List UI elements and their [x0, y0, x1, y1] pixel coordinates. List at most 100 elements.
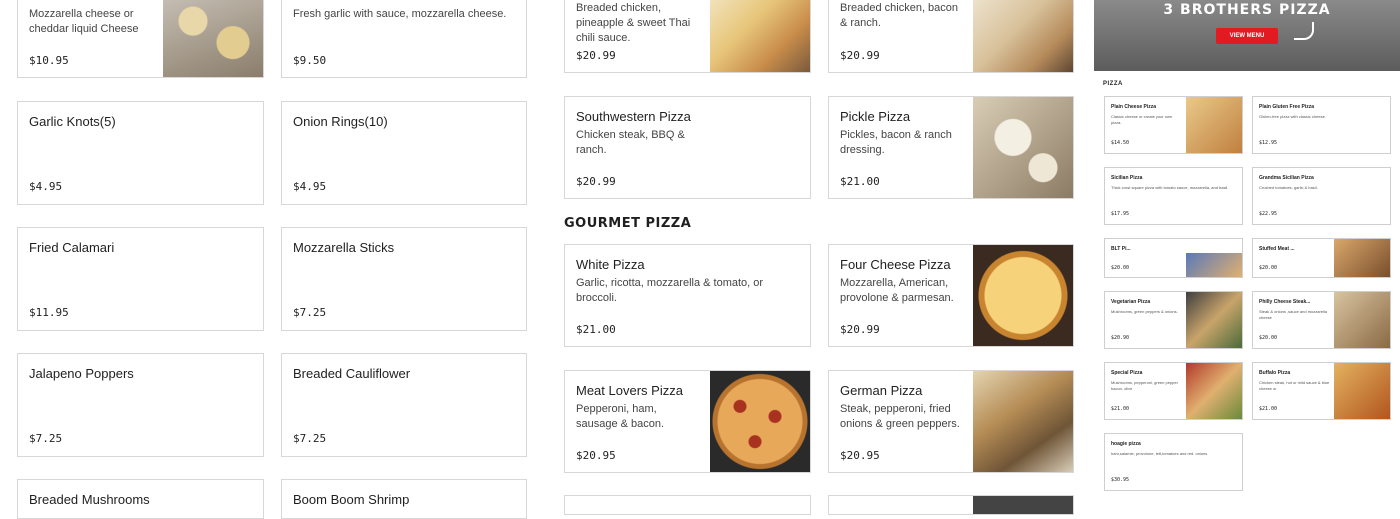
- item-description: Breaded chicken, pineapple & sweet Thai …: [576, 2, 691, 44]
- item-photo: [710, 371, 810, 472]
- pizza-card[interactable]: Southwestern Pizza Chicken steak, BBQ & …: [564, 96, 811, 199]
- item-description: ham,salamie, provolone, lett,tomatoes an…: [1111, 451, 1208, 456]
- appetizer-card[interactable]: Mozzarella Sticks $7.25: [281, 227, 527, 331]
- banner: 3 BROTHERS PIZZA VIEW MENU: [1094, 0, 1400, 71]
- pizza-card[interactable]: Pickle Pizza Pickles, bacon & ranch dres…: [828, 96, 1074, 199]
- preview-card[interactable]: Grandma Sicilian Pizza Crushed tomatoes,…: [1252, 167, 1391, 225]
- preview-card[interactable]: Plain Gluten Free Pizza Gluten-free pizz…: [1252, 96, 1391, 154]
- section-label-pizza: PIZZA: [1103, 81, 1123, 87]
- item-title: German Pizza: [840, 383, 923, 398]
- item-title: White Pizza: [576, 257, 645, 272]
- preview-card[interactable]: Plain Cheese Pizza Classic cheese or cre…: [1104, 96, 1243, 154]
- preview-card[interactable]: BLT Pi... $20.00: [1104, 238, 1243, 278]
- item-price: $21.00: [1259, 406, 1278, 412]
- preview-card[interactable]: Buffalo Pizza Chicken steak, hot or mild…: [1252, 362, 1391, 420]
- item-price: $20.00: [1111, 265, 1130, 271]
- item-description: Fresh garlic with sauce, mozzarella chee…: [293, 8, 507, 20]
- appetizer-card[interactable]: Breaded Cauliflower $7.25: [281, 353, 527, 457]
- preview-card[interactable]: Special Pizza Mushrooms, pepperoni, gree…: [1104, 362, 1243, 420]
- item-price: $21.00: [840, 175, 880, 188]
- item-price: $14.50: [1111, 140, 1130, 146]
- item-photo: [973, 97, 1073, 198]
- item-price: $20.95: [840, 449, 880, 462]
- item-title: Garlic Knots(5): [29, 114, 116, 129]
- preview-card[interactable]: Sicilian Pizza Thick crust square pizza …: [1104, 167, 1243, 225]
- item-title: Buffalo Pizza: [1259, 370, 1291, 376]
- item-title: Fried Calamari: [29, 240, 115, 255]
- appetizer-card[interactable]: Onion Rings(10) $4.95: [281, 101, 527, 205]
- arrow-icon: [1294, 22, 1314, 40]
- item-title: Jalapeno Poppers: [29, 366, 134, 381]
- item-price: $21.00: [1111, 406, 1130, 412]
- item-photo: [1186, 253, 1242, 277]
- appetizer-card[interactable]: Jalapeno Poppers $7.25: [17, 353, 264, 457]
- item-photo: [1186, 97, 1242, 153]
- item-title: Meat Lovers Pizza: [576, 383, 683, 398]
- item-photo: [1186, 292, 1242, 348]
- pizza-card[interactable]: German Pizza Steak, pepperoni, fried oni…: [828, 370, 1074, 473]
- pizza-card[interactable]: Meat Lovers Pizza Pepperoni, ham, sausag…: [564, 370, 811, 473]
- item-title: BLT Pi...: [1111, 246, 1131, 252]
- item-price: $20.99: [840, 323, 880, 336]
- pizza-card[interactable]: White Pizza Garlic, ricotta, mozzarella …: [564, 244, 811, 347]
- item-title: Vegetarian Pizza: [1111, 299, 1151, 305]
- banner-title: 3 BROTHERS PIZZA: [1163, 2, 1331, 18]
- appetizer-card[interactable]: Garlic Knots(5) $4.95: [17, 101, 264, 205]
- item-description: Gluten-free pizza with classic cheese.: [1259, 114, 1326, 119]
- view-menu-button[interactable]: VIEW MENU: [1216, 28, 1278, 44]
- item-description: Steak, pepperoni, fried onions & green p…: [840, 403, 960, 430]
- pizza-card[interactable]: Breaded chicken, bacon & ranch. $20.99: [828, 0, 1074, 73]
- item-title: hoagie pizza: [1111, 441, 1141, 447]
- item-description: Steak & onions ,sauce and mozzarella che…: [1259, 309, 1328, 320]
- item-price: $20.00: [1259, 335, 1278, 341]
- item-title: Southwestern Pizza: [576, 109, 691, 124]
- item-price: $20.99: [840, 49, 880, 62]
- item-description: Mushrooms, green peppers & onions.: [1111, 309, 1178, 314]
- item-photo: [1334, 363, 1390, 419]
- appetizer-card[interactable]: Fried Calamari $11.95: [17, 227, 264, 331]
- item-title: Onion Rings(10): [293, 114, 388, 129]
- item-description: Mozzarella cheese or cheddar liquid Chee…: [29, 8, 139, 35]
- item-price: $12.95: [1259, 140, 1278, 146]
- preview-card[interactable]: Stuffed Meat ... $20.00: [1252, 238, 1391, 278]
- item-description: Chicken steak, BBQ & ranch.: [576, 129, 685, 156]
- item-photo: [973, 245, 1073, 346]
- preview-card[interactable]: Philly Cheese Steak... Steak & onions ,s…: [1252, 291, 1391, 349]
- item-description: Chicken steak, hot or mild sauce & blue …: [1259, 380, 1330, 391]
- item-title: Grandma Sicilian Pizza: [1259, 175, 1314, 181]
- item-description: Pepperoni, ham, sausage & bacon.: [576, 403, 665, 430]
- appetizer-card[interactable]: Mozzarella cheese or cheddar liquid Chee…: [17, 0, 264, 78]
- item-photo: [973, 0, 1073, 72]
- pizza-card[interactable]: [564, 495, 811, 515]
- pizza-card[interactable]: [828, 495, 1074, 515]
- item-title: Mozzarella Sticks: [293, 240, 395, 255]
- appetizer-card[interactable]: Breaded Mushrooms: [17, 479, 264, 519]
- pizza-card[interactable]: Breaded chicken, pineapple & sweet Thai …: [564, 0, 811, 73]
- item-price: $7.25: [293, 432, 327, 445]
- item-photo: [1186, 363, 1242, 419]
- item-price: $9.50: [293, 54, 327, 67]
- item-title: Pickle Pizza: [840, 109, 911, 124]
- item-description: Classic cheese or create your own pizza.: [1111, 114, 1173, 125]
- item-title: Four Cheese Pizza: [840, 257, 951, 272]
- preview-card[interactable]: hoagie pizza ham,salamie, provolone, let…: [1104, 433, 1243, 491]
- preview-card[interactable]: Vegetarian Pizza Mushrooms, green pepper…: [1104, 291, 1243, 349]
- item-title: Plain Gluten Free Pizza: [1259, 104, 1315, 110]
- item-price: $20.99: [576, 175, 616, 188]
- item-title: Sicilian Pizza: [1111, 175, 1143, 181]
- item-price: $22.95: [1259, 211, 1278, 217]
- item-price: $10.95: [29, 54, 69, 67]
- section-heading-gourmet: GOURMET PIZZA: [564, 216, 692, 231]
- item-photo: [163, 0, 263, 77]
- item-description: Breaded chicken, bacon & ranch.: [840, 2, 959, 29]
- item-price: $20.99: [576, 49, 616, 62]
- item-description: Crushed tomatoes, garlic & basil.: [1259, 185, 1318, 190]
- appetizer-card[interactable]: Boom Boom Shrimp: [281, 479, 527, 519]
- pizza-card[interactable]: Four Cheese Pizza Mozzarella, American, …: [828, 244, 1074, 347]
- item-photo: [1334, 292, 1390, 348]
- item-price: $20.95: [576, 449, 616, 462]
- item-photo: [1334, 239, 1390, 277]
- item-price: $11.95: [29, 306, 69, 319]
- item-price: $20.00: [1259, 265, 1278, 271]
- appetizer-card[interactable]: Fresh garlic with sauce, mozzarella chee…: [281, 0, 527, 78]
